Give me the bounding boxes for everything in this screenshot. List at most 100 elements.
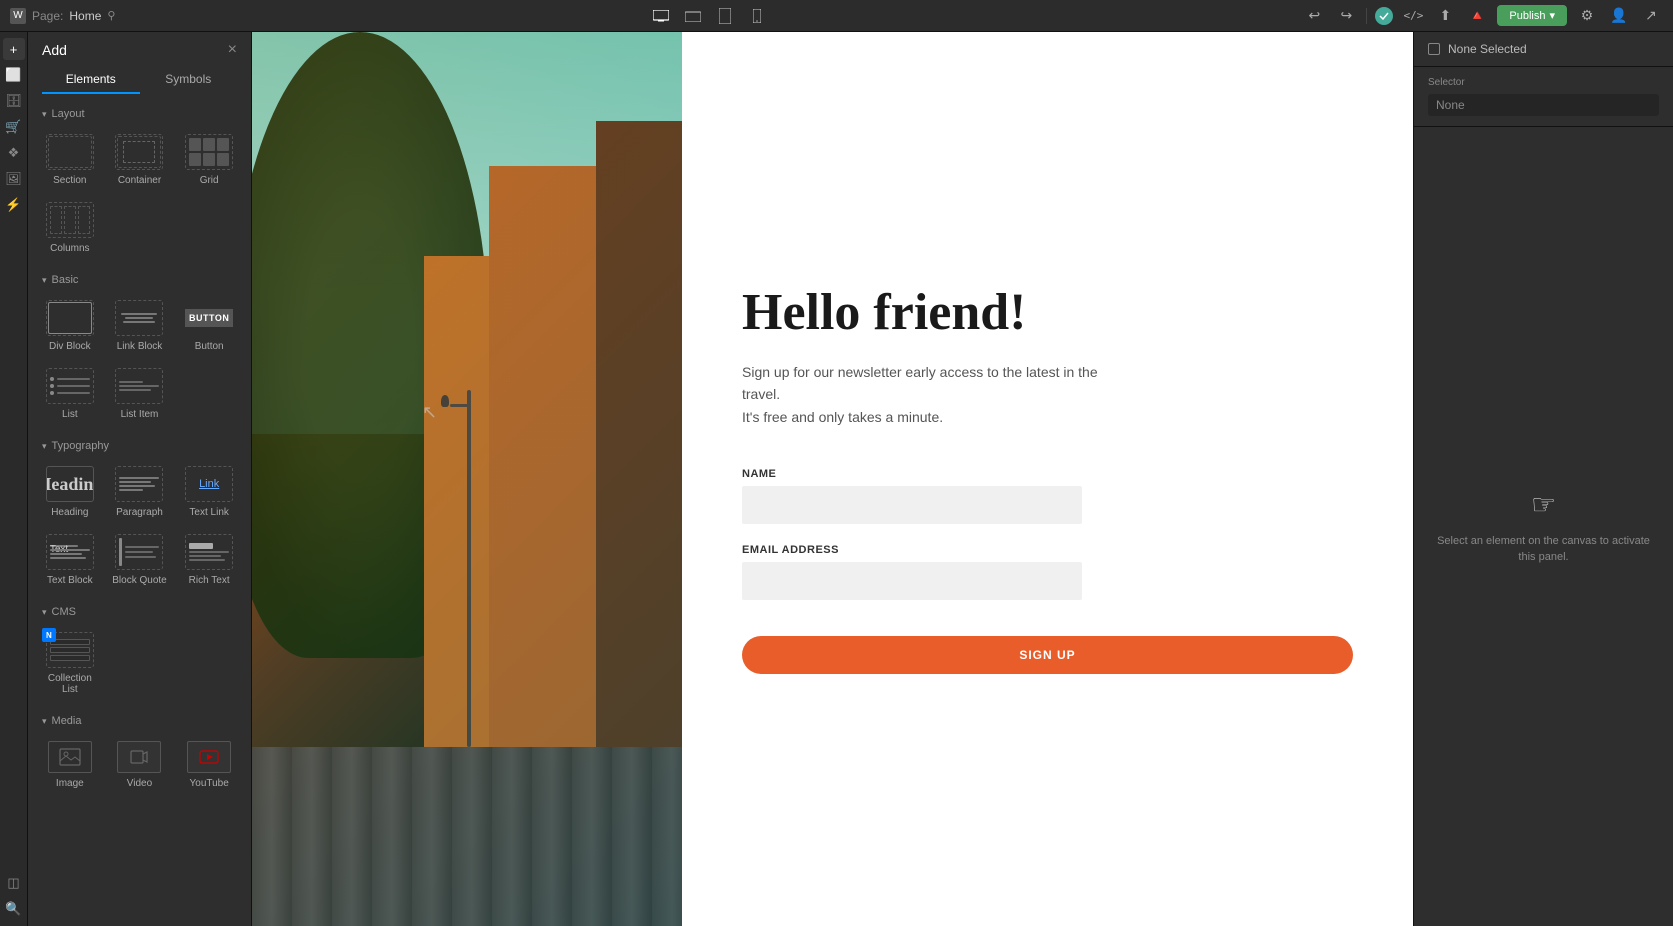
element-heading[interactable]: Heading Heading xyxy=(36,458,104,524)
street-scene xyxy=(252,32,682,926)
typography-elements-grid: Heading Heading Paragraph Link xyxy=(28,456,251,600)
section-label: Section xyxy=(53,175,86,186)
add-panel: Add × Elements Symbols ▾ Layout Section … xyxy=(28,32,252,926)
status-indicator xyxy=(1375,7,1393,25)
history-icon: ⚲ xyxy=(107,9,115,22)
tablet-portrait-btn[interactable] xyxy=(713,4,737,28)
button-preview: BUTTON xyxy=(185,309,233,327)
element-columns[interactable]: Columns xyxy=(36,194,104,260)
section-header-media[interactable]: ▾ Media xyxy=(28,709,251,731)
element-button[interactable]: BUTTON Button xyxy=(175,292,243,358)
add-panel-close[interactable]: × xyxy=(228,42,237,58)
div-block-icon xyxy=(46,300,94,336)
cms-icon[interactable]: 🗄 xyxy=(3,90,25,112)
panel-content: ▾ Layout Section Container Grid xyxy=(28,94,251,926)
hero-image xyxy=(252,32,682,926)
element-link-block[interactable]: Link Block xyxy=(106,292,174,358)
list-icon xyxy=(46,368,94,404)
assets-icon[interactable]: 🖼 xyxy=(3,168,25,190)
tablet-landscape-btn[interactable] xyxy=(681,4,705,28)
paragraph-label: Paragraph xyxy=(116,507,163,518)
heading-preview: Heading xyxy=(46,475,94,493)
link-block-label: Link Block xyxy=(117,341,163,352)
tab-elements[interactable]: Elements xyxy=(42,66,140,94)
link-block-icon xyxy=(115,300,163,336)
element-image[interactable]: Image xyxy=(36,733,104,795)
right-panel: None Selected Selector None ☞ Select an … xyxy=(1413,32,1673,926)
element-list[interactable]: List xyxy=(36,360,104,426)
chevron-icon: ▾ xyxy=(42,716,47,727)
element-youtube[interactable]: YouTube xyxy=(175,733,243,795)
block-quote-icon xyxy=(115,534,163,570)
section-header-typography[interactable]: ▾ Typography xyxy=(28,434,251,456)
account-btn[interactable]: 👤 xyxy=(1607,4,1631,28)
side-nav: + ⬜ 🗄 🛒 ❖ 🖼 ⚡ ◫ 🔍 xyxy=(0,32,28,926)
redo-btn[interactable]: ↪ xyxy=(1334,4,1358,28)
mobile-btn[interactable] xyxy=(745,4,769,28)
email-label: EMAIL ADDRESS xyxy=(742,544,1353,556)
list-item-icon xyxy=(115,368,163,404)
device-switcher xyxy=(649,4,769,28)
empty-state: ☞ Select an element on the canvas to act… xyxy=(1414,127,1673,926)
add-panel-icon[interactable]: + xyxy=(3,38,25,60)
desktop-btn[interactable] xyxy=(649,4,673,28)
section-header-basic[interactable]: ▾ Basic xyxy=(28,268,251,290)
media-elements-grid: Image Video xyxy=(28,731,251,803)
email-field: EMAIL ADDRESS xyxy=(742,544,1353,600)
rich-text-label: Rich Text xyxy=(189,575,230,586)
element-video[interactable]: Video xyxy=(106,733,174,795)
publish-button[interactable]: Publish ▾ xyxy=(1497,5,1567,26)
selector-section: Selector None xyxy=(1414,67,1673,127)
element-text-link[interactable]: Link Text Link xyxy=(175,458,243,524)
element-list-item[interactable]: List Item xyxy=(106,360,174,426)
element-paragraph[interactable]: Paragraph xyxy=(106,458,174,524)
section-header-cms[interactable]: ▾ CMS xyxy=(28,600,251,622)
container-label: Container xyxy=(118,175,161,186)
undo-btn[interactable]: ↩ xyxy=(1302,4,1326,28)
main-area: + ⬜ 🗄 🛒 ❖ 🖼 ⚡ ◫ 🔍 Add × Elements Symbols… xyxy=(0,32,1673,926)
ecommerce-btn[interactable]: 🔺 xyxy=(1465,4,1489,28)
button-label: Button xyxy=(195,341,224,352)
video-label: Video xyxy=(127,778,152,789)
tab-symbols[interactable]: Symbols xyxy=(140,66,238,94)
ecom-icon[interactable]: 🛒 xyxy=(3,116,25,138)
empty-state-text: Select an element on the canvas to activ… xyxy=(1434,533,1653,566)
columns-icon xyxy=(46,202,94,238)
list-label: List xyxy=(62,409,78,420)
page-name[interactable]: Home xyxy=(69,9,101,23)
chevron-icon: ▾ xyxy=(42,275,47,286)
signup-button[interactable]: SIGN UP xyxy=(742,636,1353,674)
interactions-icon[interactable]: ⚡ xyxy=(3,194,25,216)
components-icon[interactable]: ❖ xyxy=(3,142,25,164)
pointer-icon: ☞ xyxy=(1531,488,1556,521)
section-header-layout[interactable]: ▾ Layout xyxy=(28,102,251,124)
list-item-label: List Item xyxy=(121,409,159,420)
chevron-icon: ▾ xyxy=(42,441,47,452)
name-input[interactable] xyxy=(742,486,1082,524)
youtube-label: YouTube xyxy=(190,778,229,789)
element-section[interactable]: Section xyxy=(36,126,104,192)
element-tree-icon[interactable]: ◫ xyxy=(3,872,25,894)
element-rich-text[interactable]: Rich Text xyxy=(175,526,243,592)
element-collection-list[interactable]: N Collection List xyxy=(36,624,104,701)
paragraph-icon xyxy=(115,466,163,502)
email-input[interactable] xyxy=(742,562,1082,600)
collection-list-label: Collection List xyxy=(40,673,100,695)
columns-label: Columns xyxy=(50,243,89,254)
selector-label: Selector xyxy=(1428,77,1659,88)
search-icon[interactable]: 🔍 xyxy=(3,898,25,920)
code-toggle-btn[interactable]: </> xyxy=(1401,4,1425,28)
settings-btn[interactable]: ⚙ xyxy=(1575,4,1599,28)
element-text-block[interactable]: Text Text Block xyxy=(36,526,104,592)
page-label: Page: xyxy=(32,9,63,23)
div-block-label: Div Block xyxy=(49,341,91,352)
export-btn[interactable]: ⬆ xyxy=(1433,4,1457,28)
none-checkbox[interactable] xyxy=(1428,43,1440,55)
element-div-block[interactable]: Div Block xyxy=(36,292,104,358)
canvas[interactable]: Hello friend! Sign up for our newsletter… xyxy=(252,32,1413,926)
pages-icon[interactable]: ⬜ xyxy=(3,64,25,86)
element-container[interactable]: Container xyxy=(106,126,174,192)
element-block-quote[interactable]: Block Quote xyxy=(106,526,174,592)
element-grid[interactable]: Grid xyxy=(175,126,243,192)
help-btn[interactable]: ↗ xyxy=(1639,4,1663,28)
